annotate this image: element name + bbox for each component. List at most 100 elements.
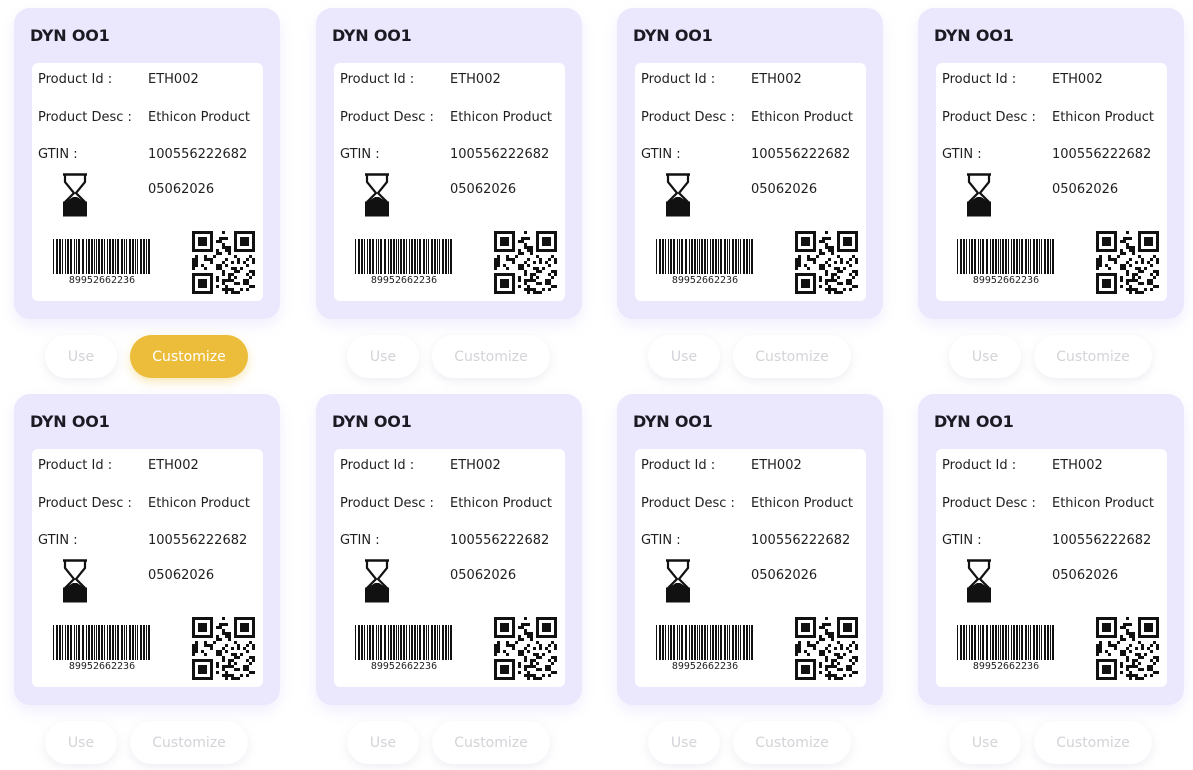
qr-module — [216, 264, 219, 267]
qr-module — [1096, 650, 1099, 653]
barcode-bar — [82, 625, 84, 660]
qr-module — [243, 668, 246, 671]
barcode-icon: 89952662236 — [956, 239, 1056, 289]
customize-button[interactable]: Customize — [733, 335, 851, 378]
use-button[interactable]: Use — [45, 721, 117, 764]
customize-button[interactable]: Customize — [1034, 335, 1152, 378]
barcode-bar — [448, 625, 449, 660]
customize-button[interactable]: Customize — [130, 335, 248, 378]
qr-module — [524, 288, 527, 291]
template-card[interactable]: DYN OO1 Product Id : ETH002 Product Desc… — [918, 8, 1184, 319]
barcode-bar — [677, 625, 678, 660]
qr-module — [1132, 674, 1135, 677]
qr-module — [222, 270, 225, 273]
use-button[interactable]: Use — [347, 721, 419, 764]
hourglass-icon — [62, 559, 88, 603]
qr-module — [243, 647, 246, 650]
barcode-bar — [1030, 239, 1031, 274]
qr-code-icon — [1096, 231, 1160, 295]
qr-module — [849, 288, 852, 291]
qr-module — [1132, 276, 1135, 279]
card-title: DYN OO1 — [934, 412, 1014, 431]
qr-module — [1156, 273, 1159, 276]
qr-module — [1120, 267, 1123, 270]
barcode-bar — [109, 625, 111, 660]
qr-module — [530, 665, 533, 668]
qr-module — [828, 623, 831, 626]
expiry-date-value: 05062026 — [1052, 568, 1119, 583]
barcode-bar — [148, 239, 150, 274]
qr-module — [497, 264, 500, 267]
barcode-bar — [372, 625, 374, 660]
barcode-bar — [1019, 239, 1020, 274]
qr-module — [216, 635, 219, 638]
qr-module — [1117, 255, 1120, 258]
barcode-bar — [78, 625, 80, 660]
use-button[interactable]: Use — [648, 721, 720, 764]
barcode-bar — [1047, 625, 1049, 660]
barcode-bar — [697, 239, 698, 274]
qr-module — [825, 623, 828, 626]
qr-module — [1141, 261, 1144, 264]
barcode-bar — [1019, 625, 1020, 660]
barcode-bar — [378, 239, 379, 274]
barcode-bar — [995, 239, 997, 274]
qr-module — [1129, 650, 1132, 653]
barcode-bar — [406, 625, 407, 660]
qr-module — [216, 650, 219, 653]
qr-module — [533, 291, 536, 294]
qr-module — [1096, 647, 1099, 650]
barcode-bar — [699, 625, 700, 660]
qr-module — [192, 291, 213, 294]
use-button[interactable]: Use — [45, 335, 117, 378]
template-card[interactable]: DYN OO1 Product Id : ETH002 Product Desc… — [316, 8, 582, 319]
use-button[interactable]: Use — [949, 335, 1021, 378]
qr-module — [524, 647, 527, 650]
use-button[interactable]: Use — [949, 721, 1021, 764]
customize-button[interactable]: Customize — [432, 721, 550, 764]
qr-module — [1150, 668, 1153, 671]
qr-module — [228, 632, 231, 635]
template-cell: DYN OO1 Product Id : ETH002 Product Desc… — [316, 394, 582, 770]
qr-module — [515, 255, 518, 258]
template-card[interactable]: DYN OO1 Product Id : ETH002 Product Desc… — [617, 8, 883, 319]
customize-button[interactable]: Customize — [733, 721, 851, 764]
hourglass-icon — [364, 173, 390, 217]
qr-module — [554, 617, 557, 638]
barcode-bar — [668, 625, 669, 660]
customize-button[interactable]: Customize — [1034, 721, 1152, 764]
qr-module — [1108, 267, 1111, 270]
barcode-bar — [393, 239, 395, 274]
qr-module — [536, 635, 557, 638]
qr-module — [1099, 255, 1102, 258]
card-title: DYN OO1 — [934, 26, 1014, 45]
qr-module — [1096, 659, 1117, 662]
qr-module — [524, 270, 527, 273]
use-button[interactable]: Use — [347, 335, 419, 378]
qr-module — [249, 662, 252, 665]
barcode-bar — [963, 239, 965, 274]
gtin-label: GTIN : — [38, 533, 78, 548]
qr-module — [198, 237, 207, 246]
qr-module — [192, 659, 213, 662]
qr-module — [1141, 668, 1144, 671]
use-button[interactable]: Use — [648, 335, 720, 378]
qr-module — [252, 231, 255, 252]
barcode-icon: 89952662236 — [52, 625, 152, 675]
qr-module — [834, 291, 837, 294]
customize-button[interactable]: Customize — [432, 335, 550, 378]
qr-module — [1096, 659, 1099, 680]
template-card[interactable]: DYN OO1 Product Id : ETH002 Product Desc… — [14, 394, 280, 705]
qr-module — [837, 653, 840, 656]
qr-module — [807, 653, 810, 656]
customize-button[interactable]: Customize — [130, 721, 248, 764]
template-card[interactable]: DYN OO1 Product Id : ETH002 Product Desc… — [918, 394, 1184, 705]
barcode-bar — [980, 625, 981, 660]
template-card[interactable]: DYN OO1 Product Id : ETH002 Product Desc… — [14, 8, 280, 319]
barcode-bar — [406, 239, 407, 274]
template-card[interactable]: DYN OO1 Product Id : ETH002 Product Desc… — [316, 394, 582, 705]
qr-module — [494, 635, 515, 638]
qr-module — [548, 650, 551, 653]
qr-module — [1126, 632, 1129, 635]
template-card[interactable]: DYN OO1 Product Id : ETH002 Product Desc… — [617, 394, 883, 705]
